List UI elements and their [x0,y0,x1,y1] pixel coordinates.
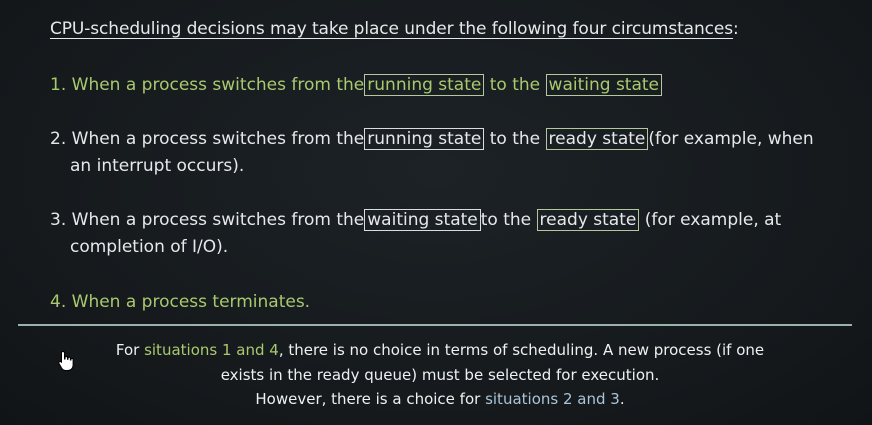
list-item-2: 2. When a process switches from the runni… [50,126,850,180]
state-box-ready: ready state [545,128,649,150]
item-prefix: When a process switches from the [71,210,365,230]
item-mid: to the [489,75,541,95]
item-prefix: When a process switches from the [71,129,365,149]
state-box-running: running state [364,74,485,96]
item-number: 3. [50,210,67,230]
list-item-4: 4. When a process terminates. [50,289,850,316]
state-box-waiting: waiting state [545,74,663,96]
divider [18,324,852,326]
heading-colon: : [733,19,739,39]
footer-text: For [115,341,140,359]
state-box-ready: ready state [536,209,640,231]
item-mid: to the [480,210,532,230]
list-item-3: 3. When a process switches from the waiti… [50,207,850,261]
item-text: When a process terminates. [71,292,311,312]
footer-highlight-1-4: situations 1 and 4 [144,341,279,359]
state-box-waiting: waiting state [364,209,481,231]
slide-heading: CPU-scheduling decisions may take place … [50,19,739,39]
item-line2: an interrupt occurs). [70,156,245,176]
slide: CPU-scheduling decisions may take place … [0,0,872,425]
footer-line-3: However, there is a choice for situation… [40,387,840,412]
footer-line-1: For situations 1 and 4, there is no choi… [40,338,840,363]
item-number: 1. [50,75,67,95]
footer-text: . [619,390,625,408]
list-item-1: 1. When a process switches from the runni… [50,72,850,99]
item-line2: completion of I/O). [70,237,229,257]
footer-note: For situations 1 and 4, there is no choi… [40,338,840,412]
item-prefix: When a process switches from the [71,75,365,95]
footer-line-2: exists in the ready queue) must be selec… [220,365,660,384]
footer-highlight-2-3: situations 2 and 3 [485,390,620,408]
footer-text: , there is no choice in terms of schedul… [278,341,765,359]
item-suffix: (for example, at [644,210,782,230]
item-suffix: (for example, when [648,129,814,149]
heading-text: CPU-scheduling decisions may take place … [50,19,734,39]
state-box-running: running state [364,128,485,150]
footer-text: However, there is a choice for [255,390,481,408]
item-number: 2. [50,129,67,149]
item-number: 4. [50,292,67,312]
hand-pointer-icon [58,350,74,371]
item-mid: to the [489,129,541,149]
